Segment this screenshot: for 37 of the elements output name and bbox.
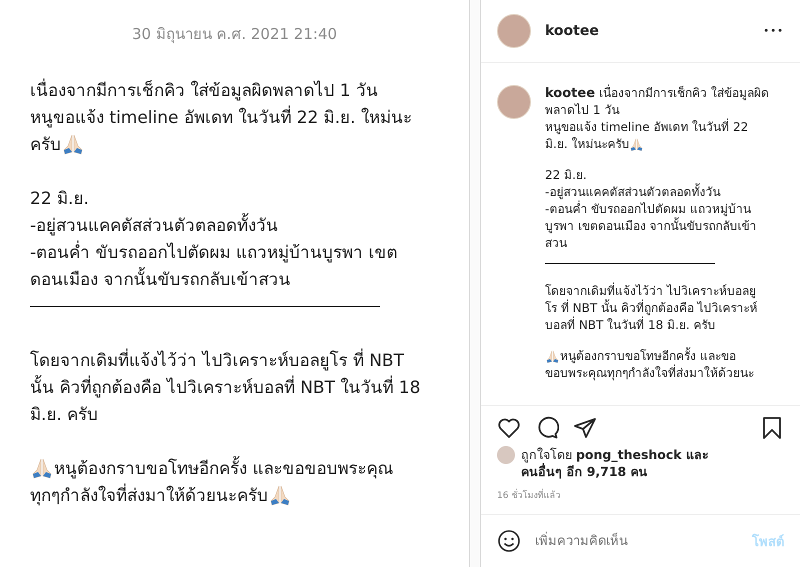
note-text: หนูต้องกราบขอโทษอีกครั้ง และขอขอบพระคุณ bbox=[54, 454, 394, 481]
caption-text: -ตอนค่ำ ขับรถออกไปตัดผม แถวหมู่บ้าน bbox=[545, 201, 751, 217]
note-date: 30 มิถุนายน ค.ศ. 2021 21:40 bbox=[130, 24, 338, 46]
caption-text: -อยู่สวนแคคตัสส่วนตัวตลอดทั้งวัน bbox=[545, 184, 720, 200]
note-text: โดยจากเดิมที่แจ้งไว้ว่า ไปวิเคราะห์บอลยูโร ที่ NBT bbox=[30, 346, 404, 373]
username-link[interactable]: kootee bbox=[545, 86, 596, 101]
note-text: มิ.ย. ครับ bbox=[30, 404, 98, 427]
note-text: ครับ bbox=[30, 134, 61, 157]
caption-text: หนูขอแจ้ง timeline อัพเดท ในวันที่ 22 bbox=[545, 119, 748, 136]
caption-text: พลาดไป 1 วัน bbox=[545, 102, 620, 119]
note-text: ทุกๆกำลังใจที่ส่งมาให้ด้วยนะครับ bbox=[30, 481, 268, 508]
caption-text: โดยจากเดิมที่แจ้งไว้ว่า ไปวิเคราะห์บอลยู bbox=[545, 283, 756, 299]
note-text: 22 มิ.ย. bbox=[30, 188, 89, 211]
more-options-button[interactable]: ••• bbox=[763, 26, 784, 36]
caption-text: สวน bbox=[545, 235, 567, 252]
caption-text: บูรพา เขตดอนเมือง จากนั้นขับรถกลับเข้า bbox=[545, 218, 757, 235]
note-text: หนูขอแจ้ง timeline อัพเดท ในวันที่ 22 มิ.ย. ใหม่นะ bbox=[30, 103, 412, 130]
praying-hands-icon bbox=[545, 349, 560, 364]
note-text: ดอนเมือง จากนั้นขับรถกลับเข้าสวน bbox=[30, 265, 290, 292]
note-text: นั้น คิวที่ถูกต้องคือ ไปวิเคราะห์บอลที่ NBT ในวันที่ 18 bbox=[30, 373, 420, 400]
caption-text: เนื่องจากมีการเช็กคิว ใส่ข้อมูลผิด bbox=[599, 85, 769, 102]
praying-hands-icon bbox=[629, 137, 644, 152]
share-icon[interactable] bbox=[573, 416, 597, 440]
caption-text: บอลที่ NBT ในวันที่ 18 มิ.ย. ครับ bbox=[545, 317, 716, 334]
caption-text: มิ.ย. ใหม่นะครับ bbox=[545, 136, 630, 153]
heart-icon[interactable] bbox=[497, 416, 521, 440]
bookmark-icon[interactable] bbox=[760, 416, 784, 440]
caption-text: หนูต้องกราบขอโทษอีกครั้ง และขอ bbox=[560, 348, 736, 364]
note-text: -ตอนค่ำ ขับรถออกไปตัดผม แถวหมู่บ้านบูรพา เขต bbox=[30, 238, 398, 265]
caption-text: 22 มิ.ย. bbox=[545, 167, 587, 183]
likes-text[interactable]: ถูกใจโดย pong_theshock และ คนอื่นๆ อีก 9,718 คน bbox=[521, 446, 709, 480]
caption-text: โร ที่ NBT นั้น คิวที่ถูกต้องคือ ไปวิเคราะห์ bbox=[545, 300, 758, 316]
caption-text: ขอบพระคุณทุกๆกำลังใจที่ส่งมาให้ด้วยนะ bbox=[545, 365, 754, 382]
emoji-icon[interactable] bbox=[497, 529, 521, 553]
username-link[interactable]: kootee bbox=[545, 23, 599, 39]
note-text: -อยู่สวนแคคตัสส่วนตัวตลอดทั้งวัน bbox=[30, 211, 278, 238]
note-text: เนื่องจากมีการเช็กคิว ใส่ข้อมูลผิดพลาดไป 1 วัน bbox=[30, 76, 378, 103]
